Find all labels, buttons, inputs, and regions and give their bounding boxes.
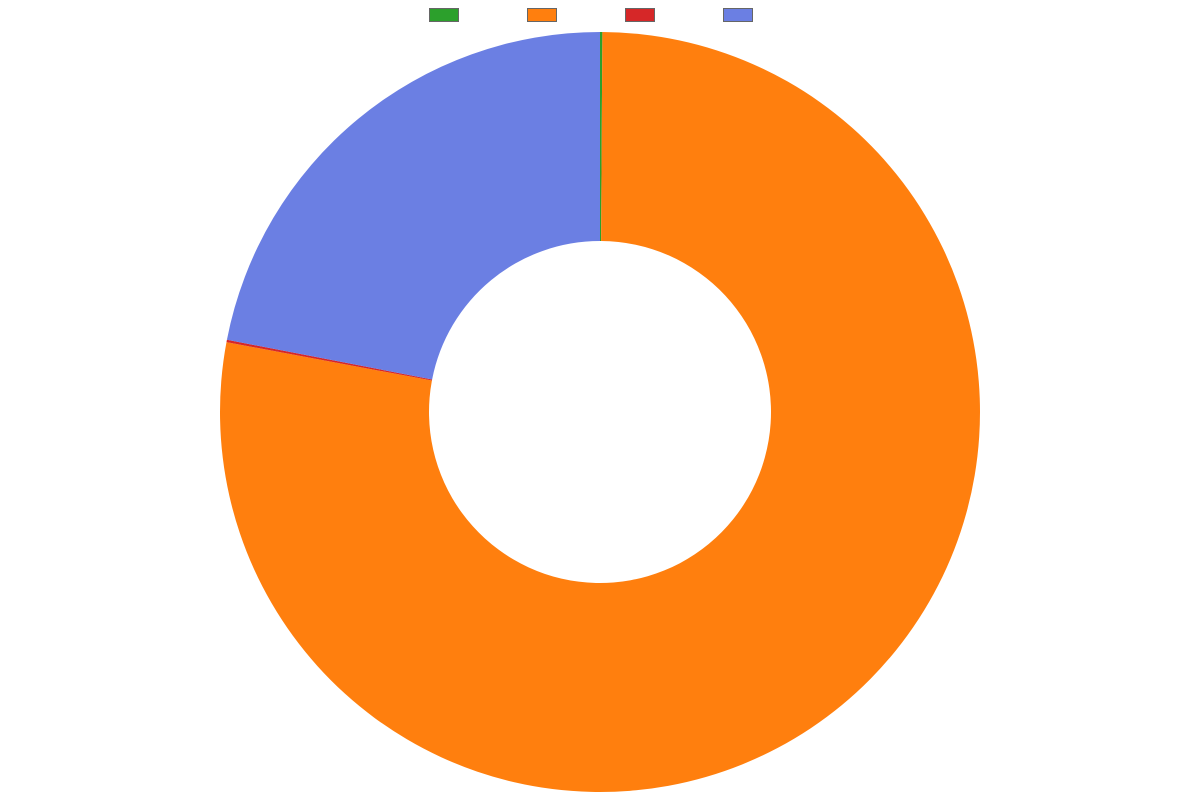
legend-swatch-orange bbox=[527, 8, 557, 22]
chart-container bbox=[0, 0, 1200, 800]
legend-swatch-blue bbox=[723, 8, 753, 22]
legend-item bbox=[429, 8, 477, 22]
donut-chart bbox=[215, 27, 985, 797]
legend-swatch-green bbox=[429, 8, 459, 22]
chart-legend bbox=[0, 0, 1200, 22]
legend-item bbox=[723, 8, 771, 22]
donut-slice bbox=[227, 32, 600, 379]
legend-item bbox=[527, 8, 575, 22]
donut-wrap bbox=[0, 27, 1200, 797]
legend-item bbox=[625, 8, 673, 22]
legend-swatch-red bbox=[625, 8, 655, 22]
